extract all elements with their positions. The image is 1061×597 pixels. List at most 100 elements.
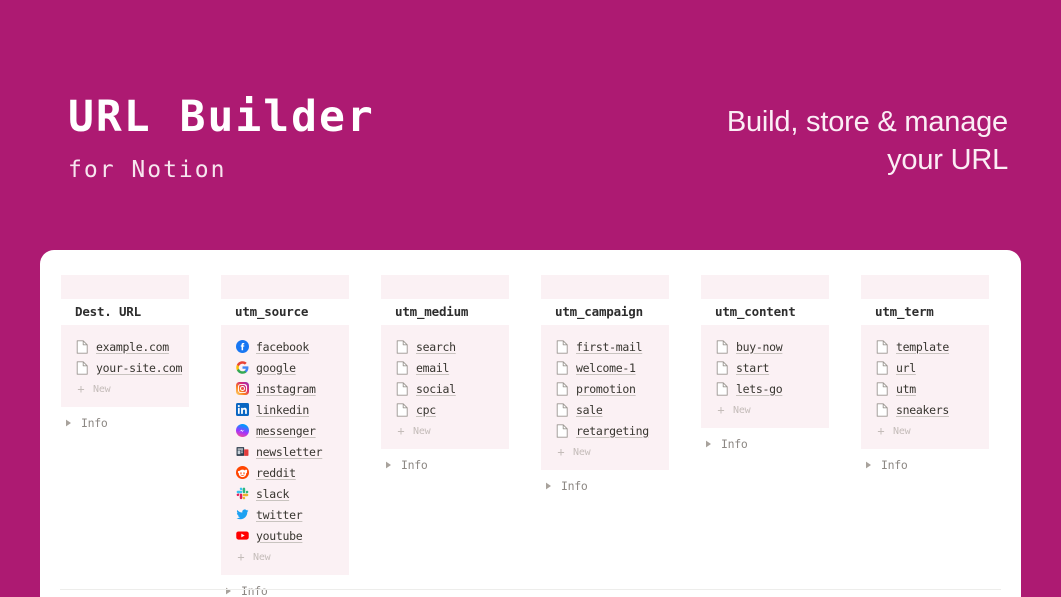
- list-item[interactable]: lets-go: [715, 378, 829, 399]
- list-item[interactable]: linkedin: [235, 399, 349, 420]
- list-item-label: buy-now: [736, 339, 783, 354]
- page-icon: [395, 402, 409, 417]
- list-item-label: linkedin: [256, 402, 309, 417]
- list-item[interactable]: messenger: [235, 420, 349, 441]
- new-item-label: New: [93, 383, 111, 395]
- page-icon: [875, 402, 889, 417]
- list-item-label: youtube: [256, 528, 303, 543]
- board-column: utm_mediumsearch email social cpc + New Info: [381, 275, 509, 477]
- column-panel: Dest. URL example.com your-site.com + New: [61, 275, 189, 407]
- column-header-spacer: [221, 275, 349, 299]
- list-item-label: sale: [576, 402, 603, 417]
- page-icon: [395, 339, 409, 354]
- page-icon: [555, 360, 569, 375]
- column-items: example.com your-site.com + New: [61, 325, 189, 407]
- list-item[interactable]: youtube: [235, 525, 349, 546]
- list-item-label: facebook: [256, 339, 309, 354]
- page-icon: [395, 360, 409, 375]
- plus-icon: +: [717, 403, 725, 417]
- google-icon: [235, 361, 249, 375]
- list-item[interactable]: search: [395, 336, 509, 357]
- page-icon: [555, 423, 569, 438]
- list-item[interactable]: sneakers: [875, 399, 989, 420]
- list-item[interactable]: example.com: [75, 336, 189, 357]
- instagram-icon: [235, 382, 249, 396]
- hero-tagline: Build, store & manage your URL: [588, 103, 1008, 180]
- list-item[interactable]: template: [875, 336, 989, 357]
- chevron-right-icon: [863, 461, 874, 469]
- list-item-label: reddit: [256, 465, 296, 480]
- list-item-label: start: [736, 360, 770, 375]
- tagline-line-2: your URL: [887, 144, 1008, 177]
- list-item[interactable]: first-mail: [555, 336, 669, 357]
- info-toggle[interactable]: Info: [701, 432, 829, 456]
- column-title: Dest. URL: [61, 299, 189, 325]
- column-items: template url utm sneakers + New: [861, 325, 989, 449]
- new-item-button[interactable]: + New: [875, 421, 989, 441]
- list-item[interactable]: reddit: [235, 462, 349, 483]
- list-item[interactable]: start: [715, 357, 829, 378]
- list-item-label: lets-go: [736, 381, 783, 396]
- info-toggle[interactable]: Info: [61, 411, 189, 435]
- list-item-label: example.com: [96, 339, 169, 354]
- hero-banner: URL Builder for Notion Build, store & ma…: [0, 0, 1061, 250]
- list-item[interactable]: url: [875, 357, 989, 378]
- page-icon: [875, 381, 889, 396]
- list-item[interactable]: slack: [235, 483, 349, 504]
- column-panel: utm_source facebook google instagram linkedi…: [221, 275, 349, 575]
- column-title: utm_content: [701, 299, 829, 325]
- kanban-board: Dest. URL example.com your-site.com + New Inf…: [40, 250, 1021, 597]
- list-item-label: google: [256, 360, 296, 375]
- new-item-button[interactable]: + New: [555, 442, 669, 462]
- column-header-spacer: [701, 275, 829, 299]
- list-item[interactable]: welcome-1: [555, 357, 669, 378]
- info-toggle[interactable]: Info: [861, 453, 989, 477]
- column-title: utm_source: [221, 299, 349, 325]
- chevron-right-icon: [63, 419, 74, 427]
- column-header-spacer: [861, 275, 989, 299]
- list-item-label: cpc: [416, 402, 436, 417]
- new-item-button[interactable]: + New: [395, 421, 509, 441]
- list-item[interactable]: retargeting: [555, 420, 669, 441]
- list-item-label: social: [416, 381, 456, 396]
- plus-icon: +: [77, 382, 85, 396]
- list-item[interactable]: email: [395, 357, 509, 378]
- list-item[interactable]: your-site.com: [75, 357, 189, 378]
- list-item[interactable]: google: [235, 357, 349, 378]
- list-item[interactable]: instagram: [235, 378, 349, 399]
- page-icon: [395, 381, 409, 396]
- column-items: buy-now start lets-go + New: [701, 325, 829, 428]
- list-item[interactable]: twitter: [235, 504, 349, 525]
- list-item-label: your-site.com: [96, 360, 183, 375]
- board-column: utm_term template url utm sneakers + New Info: [861, 275, 989, 477]
- list-item[interactable]: promotion: [555, 378, 669, 399]
- info-toggle[interactable]: Info: [541, 474, 669, 498]
- column-header-spacer: [381, 275, 509, 299]
- info-toggle[interactable]: Info: [221, 579, 349, 597]
- column-title: utm_medium: [381, 299, 509, 325]
- board-column: Dest. URL example.com your-site.com + New Inf…: [61, 275, 189, 435]
- new-item-button[interactable]: + New: [715, 400, 829, 420]
- column-items: search email social cpc + New: [381, 325, 509, 449]
- page-icon: [715, 381, 729, 396]
- list-item-label: twitter: [256, 507, 303, 522]
- list-item[interactable]: social: [395, 378, 509, 399]
- list-item[interactable]: buy-now: [715, 336, 829, 357]
- new-item-button[interactable]: + New: [235, 547, 349, 567]
- info-label: Info: [401, 458, 428, 472]
- list-item[interactable]: sale: [555, 399, 669, 420]
- list-item-label: utm: [896, 381, 916, 396]
- list-item[interactable]: cpc: [395, 399, 509, 420]
- twitter-icon: [235, 508, 249, 522]
- list-item[interactable]: facebook: [235, 336, 349, 357]
- list-item[interactable]: newsletter: [235, 441, 349, 462]
- plus-icon: +: [397, 424, 405, 438]
- list-item[interactable]: utm: [875, 378, 989, 399]
- chevron-right-icon: [703, 440, 714, 448]
- column-title: utm_term: [861, 299, 989, 325]
- facebook-icon: [235, 340, 249, 354]
- new-item-button[interactable]: + New: [75, 379, 189, 399]
- info-toggle[interactable]: Info: [381, 453, 509, 477]
- info-label: Info: [721, 437, 748, 451]
- page-icon: [555, 381, 569, 396]
